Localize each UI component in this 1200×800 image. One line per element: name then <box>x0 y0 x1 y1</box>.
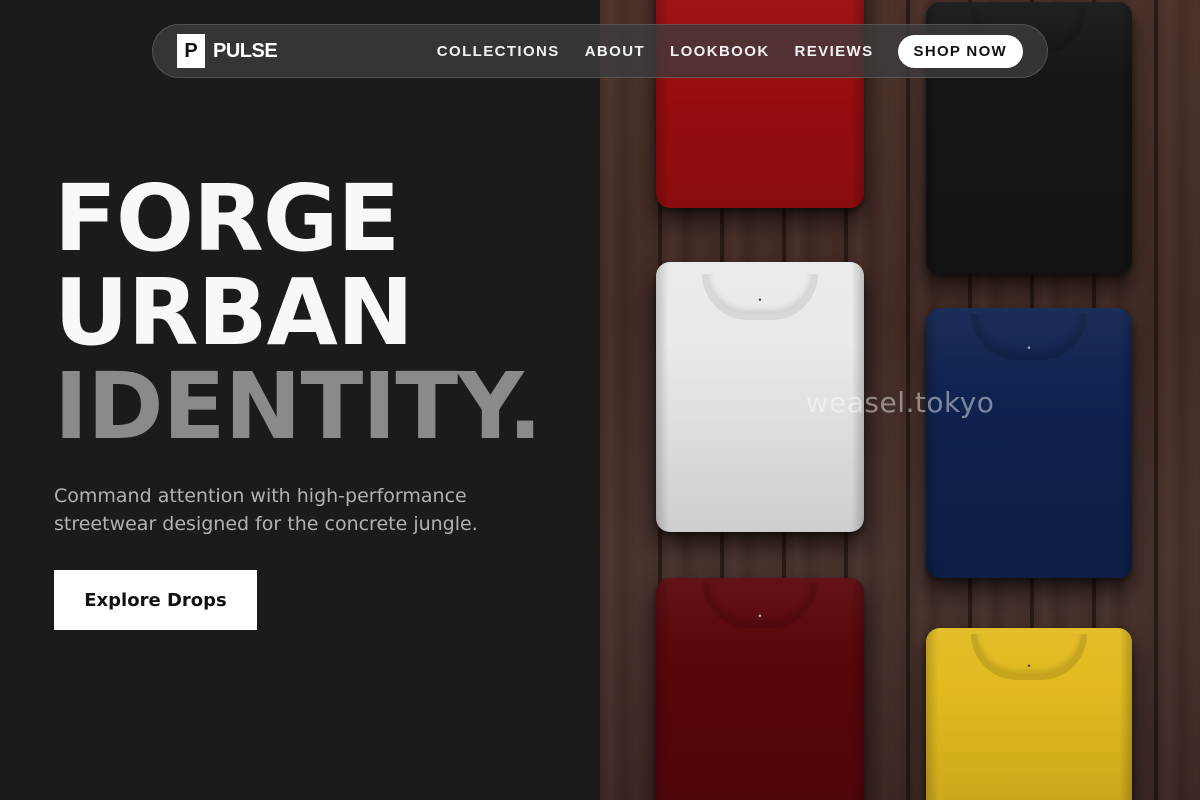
logo[interactable]: P PULSE <box>177 34 278 68</box>
hero-subtext: Command attention with high-performance … <box>54 485 478 535</box>
headline-line-3: IDENTITY. <box>54 353 543 460</box>
nav-link-lookbook[interactable]: LOOKBOOK <box>670 43 770 60</box>
navy-tshirt: • <box>926 308 1132 578</box>
nav-link-collections[interactable]: COLLECTIONS <box>437 43 560 60</box>
hero-headline: FORGE URBAN IDENTITY. <box>54 165 543 460</box>
maroon-tshirt: • <box>656 578 864 800</box>
navbar: P PULSE COLLECTIONS ABOUT LOOKBOOK REVIE… <box>152 24 1048 78</box>
collar <box>971 314 1087 360</box>
yellow-tshirt: • <box>926 628 1132 800</box>
nav-links: COLLECTIONS ABOUT LOOKBOOK REVIEWS SHOP … <box>437 34 1023 68</box>
tag-icon: • <box>1027 661 1031 671</box>
nav-link-about[interactable]: ABOUT <box>585 43 645 60</box>
logo-mark-icon: P <box>177 34 205 68</box>
tag-icon: • <box>758 295 762 305</box>
brand-name: PULSE <box>213 39 278 62</box>
collar <box>971 634 1087 680</box>
headline-line-2: URBAN <box>54 259 414 366</box>
headline-line-1: FORGE <box>54 165 400 272</box>
shop-now-button[interactable]: SHOP NOW <box>897 34 1023 68</box>
collar <box>702 582 818 628</box>
explore-drops-button[interactable]: Explore Drops <box>54 570 257 630</box>
hero-image: • • • • weasel.tokyo <box>600 0 1200 800</box>
nav-link-reviews[interactable]: REVIEWS <box>795 43 874 60</box>
tag-icon: • <box>758 611 762 621</box>
tag-icon: • <box>1027 343 1031 353</box>
watermark: weasel.tokyo <box>805 386 995 419</box>
